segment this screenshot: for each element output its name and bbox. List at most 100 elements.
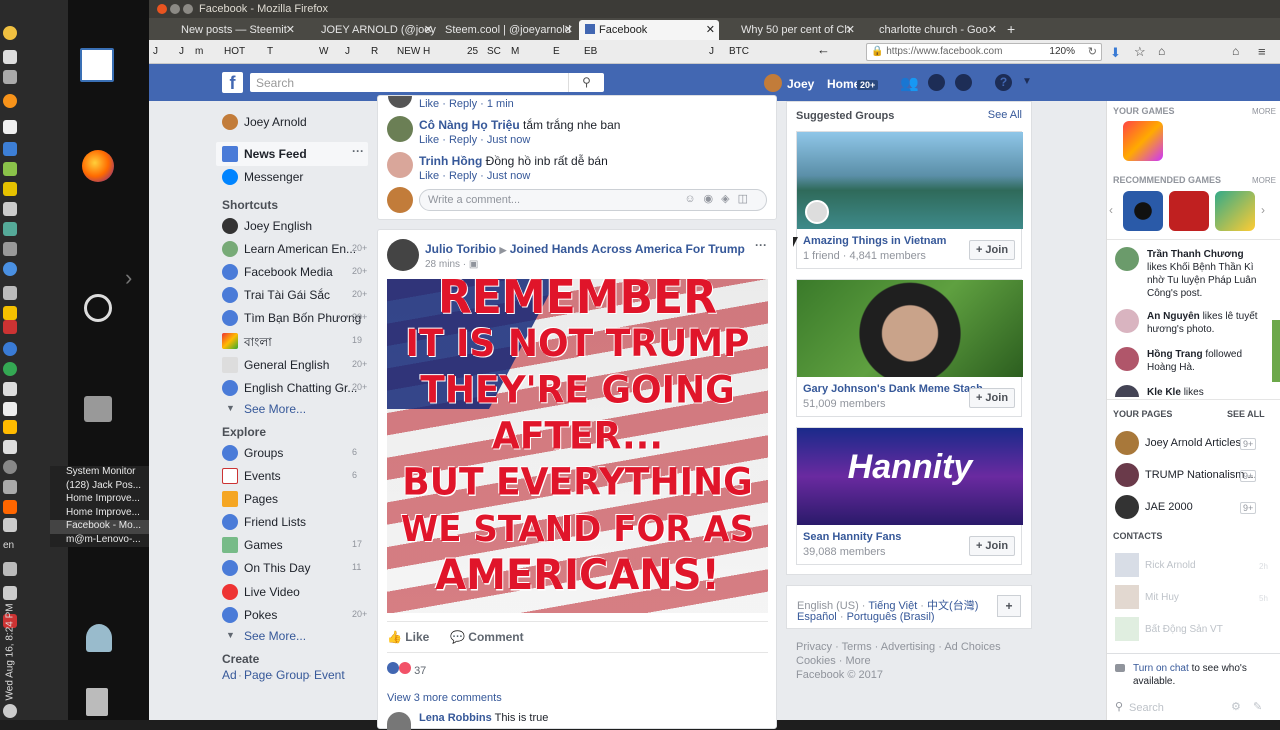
home-icon[interactable]: ⌂ [1232, 44, 1239, 58]
ubuntu-desktop-icon[interactable] [84, 294, 112, 322]
messenger-icon[interactable] [928, 74, 945, 91]
menu-icon[interactable]: ≡ [1258, 44, 1266, 59]
launcher-app-icon[interactable] [3, 120, 17, 134]
ticker-story[interactable]: Hồng Trang followed Hoàng Hà. [1147, 348, 1265, 374]
facebook-logo-icon[interactable]: f [222, 72, 243, 93]
comment-actions[interactable]: Like · Reply · Just now [419, 134, 530, 146]
reactions-summary[interactable]: 37 [387, 662, 426, 677]
bookmark[interactable]: J [345, 46, 350, 57]
bookmark-star-icon[interactable]: ☆ [1134, 44, 1146, 60]
contact-name[interactable]: Rick Arnold [1145, 560, 1196, 571]
launcher-app-icon[interactable] [3, 50, 17, 64]
turn-on-chat-link[interactable]: Turn on chat [1133, 663, 1189, 674]
launcher-app-icon[interactable] [3, 342, 17, 356]
bookmark[interactable]: E [553, 46, 560, 57]
suggested-group[interactable]: Hannity Sean Hannity Fans 39,088 members… [796, 427, 1023, 565]
keyboard-lang[interactable]: en [3, 540, 14, 551]
create-group-link[interactable]: Group [276, 668, 309, 682]
more-games-link[interactable]: MORE [1252, 176, 1276, 185]
8-ball-pool-game-icon[interactable] [1123, 191, 1163, 231]
language-link[interactable]: 中文(台灣) [927, 600, 978, 612]
bookmark[interactable]: H [423, 46, 430, 57]
avatar[interactable] [1115, 495, 1139, 519]
avatar[interactable] [1115, 247, 1139, 271]
scrollbar-thumb[interactable] [1272, 320, 1280, 382]
contact-name[interactable]: Bất Động Sản VT [1145, 624, 1223, 635]
tab-steemcool[interactable]: Steem.cool | @joeyarnold ✕ [439, 20, 577, 40]
comment-tools-icon[interactable]: ☺◉◈◫ [684, 192, 756, 205]
bookmark[interactable]: NEW [397, 46, 420, 57]
launcher-app-icon[interactable] [3, 262, 17, 276]
add-language-button[interactable]: + [997, 595, 1021, 617]
launcher-app-icon[interactable] [3, 286, 17, 300]
launcher-app-icon[interactable] [3, 26, 17, 40]
launcher-app-icon[interactable] [3, 402, 17, 416]
language-link[interactable]: Español [797, 611, 837, 623]
firefox-desktop-icon[interactable] [82, 150, 114, 182]
window-list-item[interactable]: Facebook - Mo... [50, 520, 150, 534]
minimize-window-icon[interactable] [170, 4, 180, 14]
volume-icon[interactable] [3, 562, 17, 576]
see-all-link[interactable]: See All [988, 109, 1022, 121]
launcher-app-icon[interactable] [3, 142, 17, 156]
avatar[interactable] [764, 74, 782, 92]
home-icon[interactable]: ⌂ [1158, 44, 1165, 58]
download-icon[interactable]: ⬇ [1110, 45, 1121, 61]
group-name[interactable]: Sean Hannity Fans [803, 531, 901, 543]
comment-input[interactable]: Write a comment... ☺◉◈◫ [419, 189, 767, 211]
avatar[interactable] [1115, 463, 1139, 487]
comment-actions[interactable]: Like · Reply · 1 min [419, 98, 514, 110]
avatar[interactable] [1115, 347, 1139, 371]
casino-game-icon[interactable] [1169, 191, 1209, 231]
bookmark[interactable]: J [153, 46, 158, 57]
compose-icon[interactable]: ✎ [1253, 700, 1262, 713]
tab-charlotte-church[interactable]: charlotte church - Goo ✕ [861, 20, 1001, 40]
group-cover-image[interactable] [797, 280, 1023, 377]
language-link[interactable]: Português (Brasil) [847, 611, 935, 623]
bookmark[interactable]: m [195, 46, 203, 57]
commenter-name[interactable]: Trinh Hồng [419, 154, 482, 168]
new-tab-button[interactable]: + [1003, 20, 1023, 40]
sidebar-item-news-feed[interactable]: News Feed ··· [216, 142, 368, 166]
join-button[interactable]: + Join [969, 388, 1015, 408]
clock[interactable]: Wed Aug 16, 8:24 PM [5, 601, 16, 700]
launcher-app-icon[interactable] [3, 162, 17, 176]
commenter-name[interactable]: Lena Robbins [419, 712, 492, 724]
power-icon[interactable] [3, 704, 17, 718]
facebook-search-input[interactable]: Search ⚲ [250, 73, 604, 92]
join-button[interactable]: + Join [969, 536, 1015, 556]
post-time[interactable]: 28 mins · ▣ [425, 259, 478, 270]
close-tab-icon[interactable]: ✕ [424, 23, 433, 36]
bitcoin-icon[interactable] [3, 94, 17, 108]
close-tab-icon[interactable]: ✕ [564, 23, 573, 36]
avatar[interactable] [387, 239, 419, 271]
window-list-item[interactable]: (128) Jack Pos... [50, 480, 150, 494]
launcher-app-icon[interactable] [3, 182, 17, 196]
view-more-comments-link[interactable]: View 3 more comments [387, 692, 502, 704]
suggested-group[interactable]: Amazing Things in Vietnam 1 friend · 4,8… [796, 131, 1023, 269]
chevron-right-icon[interactable]: › [1261, 203, 1265, 217]
notifications-globe-icon[interactable] [955, 74, 972, 91]
post-author[interactable]: Julio Toribio [425, 242, 496, 256]
chevron-left-icon[interactable]: ‹ [1109, 203, 1113, 217]
tab-steemit-joey[interactable]: JOEY ARNOLD (@joey ✕ [303, 20, 437, 40]
group-name[interactable]: Amazing Things in Vietnam [803, 235, 946, 247]
archive-desktop-icon[interactable] [84, 396, 112, 422]
post-group[interactable]: Joined Hands Across America For Trump [510, 242, 745, 256]
group-name[interactable]: Gary Johnson's Dank Meme Stash [803, 383, 983, 395]
candy-crush-game-icon[interactable] [1123, 121, 1163, 161]
bookmark[interactable]: BTC [729, 46, 749, 57]
more-options-icon[interactable]: ··· [352, 144, 364, 158]
launcher-app-icon[interactable] [3, 362, 17, 376]
bookmark[interactable]: SC [487, 46, 501, 57]
page-item[interactable]: Joey Arnold Articles [1145, 437, 1241, 449]
home-link[interactable]: Home [827, 77, 860, 91]
maximize-window-icon[interactable] [183, 4, 193, 14]
chat-search-input[interactable]: Search [1129, 702, 1164, 714]
bookmark[interactable]: EB [584, 46, 597, 57]
comment-actions[interactable]: Like · Reply · Just now [419, 170, 530, 182]
commenter-name[interactable]: Cô Nàng Họ Triệu [419, 118, 520, 132]
launcher-app-icon[interactable] [3, 306, 17, 320]
window-list-item[interactable]: Home Improve... [50, 507, 150, 521]
bluetooth-icon[interactable] [3, 586, 17, 600]
